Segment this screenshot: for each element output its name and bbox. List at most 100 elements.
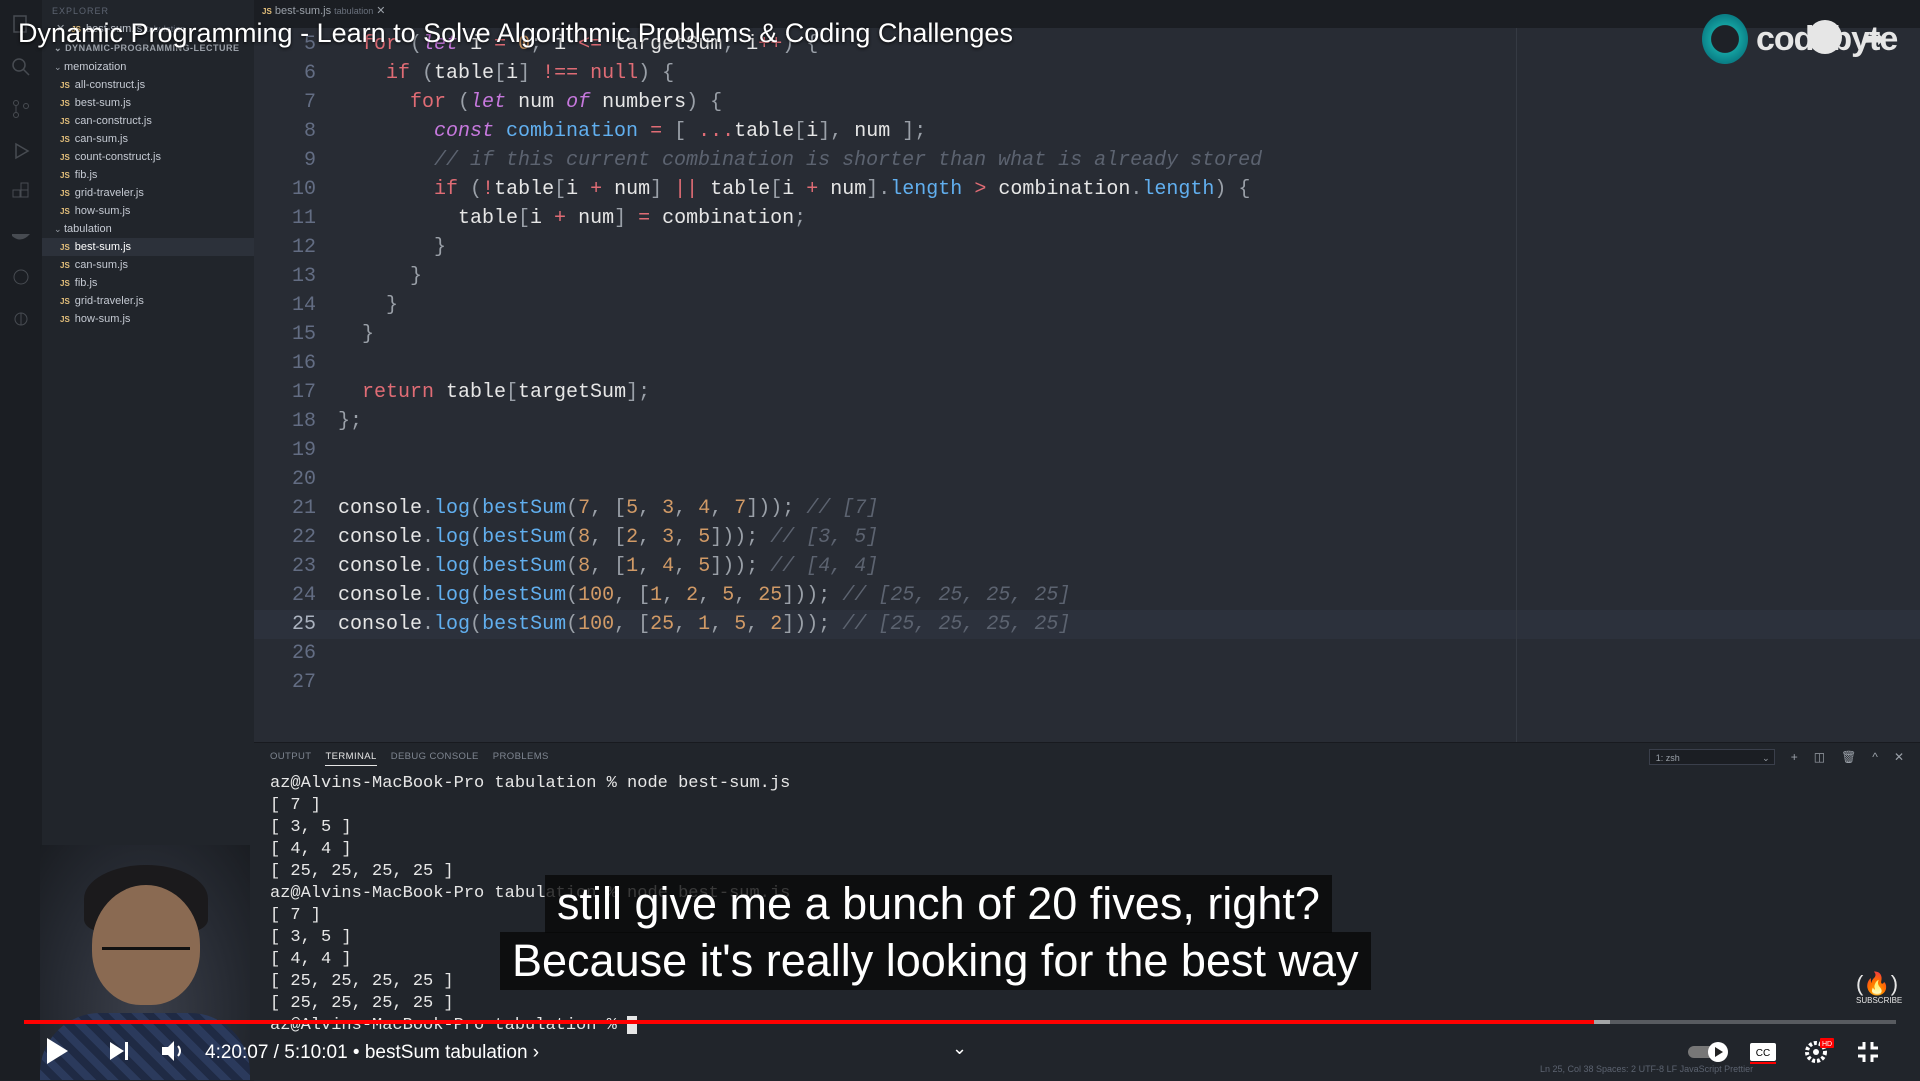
sidebar-file[interactable]: JS how-sum.js [42, 202, 254, 220]
code-line: 12} [254, 233, 1920, 262]
code-line: 20 [254, 465, 1920, 494]
sidebar-file[interactable]: JS can-sum.js [42, 130, 254, 148]
close-icon[interactable]: ✕ [376, 5, 385, 17]
progress-played [24, 1020, 1594, 1024]
play-button[interactable] [44, 1036, 70, 1071]
watch-later-icon[interactable] [1808, 20, 1842, 54]
code-line: 26 [254, 639, 1920, 668]
line-number: 14 [291, 294, 316, 317]
file-label: can-sum.js [74, 259, 128, 271]
docker-icon[interactable] [10, 224, 32, 246]
volume-icon[interactable] [160, 1039, 186, 1068]
video-title[interactable]: Dynamic Programming - Learn to Solve Alg… [18, 18, 1013, 49]
hd-badge: HD [1822, 1041, 1832, 1048]
tab-output[interactable]: OUTPUT [270, 751, 311, 765]
sidebar-file[interactable]: JS fib.js [42, 166, 254, 184]
line-number: 25 [291, 613, 316, 636]
js-file-icon: JS [60, 279, 70, 288]
js-file-icon: JS [60, 117, 70, 126]
subscribe-watermark[interactable]: (🔥) SUBSCRIBE [1856, 972, 1902, 1006]
sidebar-file[interactable]: JS grid-traveler.js [42, 184, 254, 202]
sidebar-file[interactable]: JS best-sum.js [42, 94, 254, 112]
chevron-up-icon[interactable]: ^ [1872, 750, 1878, 764]
sidebar-file[interactable]: JS best-sum.js [42, 238, 254, 256]
chevron-down-icon: ⌄ [1762, 753, 1770, 763]
code-line: 22 console.log(bestSum(8, [2, 3, 5])); //… [254, 523, 1920, 552]
sidebar-file[interactable]: JS grid-traveler.js [42, 292, 254, 310]
sidebar-file[interactable]: JS all-construct.js [42, 76, 254, 94]
trash-icon[interactable]: 🗑 [1841, 750, 1856, 764]
line-number: 10 [291, 178, 316, 201]
chevron-down-icon: ⌄ [54, 224, 62, 234]
time-display: 4:20:07 / 5:10:01 • bestSum tabulation › [205, 1042, 539, 1064]
folder-tabulation[interactable]: ⌄ tabulation [42, 220, 254, 238]
svg-text:CC: CC [1756, 1048, 1770, 1059]
code-line: 11 table[i + num] = combination; [254, 204, 1920, 233]
tab-terminal[interactable]: TERMINAL [325, 751, 377, 766]
tab-best-sum[interactable]: JS best-sum.js tabulation ✕ [262, 4, 386, 17]
file-label: best-sum.js [74, 97, 132, 109]
line-number: 16 [291, 352, 316, 375]
code-line: 6 if (table[i] !== null) { [254, 59, 1920, 88]
code-line: 19 [254, 436, 1920, 465]
run-debug-icon[interactable] [10, 140, 32, 162]
line-number: 8 [303, 120, 316, 143]
code-line: 27 [254, 668, 1920, 697]
presenter-face [92, 885, 200, 1005]
line-number: 11 [291, 207, 316, 230]
exit-fullscreen-icon[interactable] [1856, 1040, 1880, 1069]
js-file-icon: JS [60, 315, 70, 324]
caption-line: still give me a bunch of 20 fives, right… [545, 875, 1332, 933]
file-label: count-construct.js [74, 151, 161, 163]
status-bar: Ln 25, Col 38 Spaces: 2 UTF-8 LF JavaScr… [1540, 1064, 1754, 1074]
settings-gear-icon[interactable]: HD [1804, 1038, 1834, 1069]
live-share-icon[interactable] [10, 308, 32, 330]
js-file-icon: JS [60, 99, 70, 108]
share-icon[interactable]: ➦ [1862, 22, 1885, 55]
sidebar-file[interactable]: JS count-construct.js [42, 148, 254, 166]
sidebar-file[interactable]: JS how-sum.js [42, 310, 254, 328]
line-number: 13 [291, 265, 316, 288]
sidebar-file[interactable]: JS can-sum.js [42, 256, 254, 274]
progress-bar[interactable] [24, 1020, 1896, 1024]
folder-memoization[interactable]: ⌄ memoization [42, 58, 254, 76]
code-editor[interactable]: 5 for (let i = 0; i <= targetSum; i++) { … [254, 28, 1920, 742]
file-label: fib.js [74, 277, 98, 289]
code-line: 10 if (!table[i + num] || table[i + num].… [254, 175, 1920, 204]
remote-icon[interactable] [10, 266, 32, 288]
extensions-icon[interactable] [10, 182, 32, 204]
line-number: 18 [291, 410, 316, 433]
split-terminal-icon[interactable]: ◫ [1814, 750, 1825, 764]
add-terminal-icon[interactable]: + [1791, 750, 1798, 764]
code-line: 8 const combination = [ ...table[i], num … [254, 117, 1920, 146]
js-file-icon: JS [60, 81, 70, 90]
js-file-icon: JS [60, 261, 70, 270]
close-icon[interactable]: ✕ [1894, 750, 1904, 764]
line-number: 15 [291, 323, 316, 346]
shell-select[interactable]: 1: zsh ⌄ [1648, 749, 1775, 765]
js-file-icon: JS [60, 189, 70, 198]
code-line: 18}; [254, 407, 1920, 436]
search-icon[interactable] [10, 56, 32, 78]
tab-debug-console[interactable]: DEBUG CONSOLE [391, 751, 479, 765]
line-number: 21 [291, 497, 316, 520]
line-number: 20 [291, 468, 316, 491]
caption-line: Because it's really looking for the best… [500, 932, 1371, 990]
tab-problems[interactable]: PROBLEMS [493, 751, 549, 765]
sidebar-file[interactable]: JS fib.js [42, 274, 254, 292]
file-label: grid-traveler.js [74, 187, 144, 199]
file-label: how-sum.js [74, 205, 131, 217]
chapter-title[interactable]: • bestSum tabulation › [348, 1042, 539, 1063]
next-button[interactable] [108, 1040, 130, 1067]
js-file-icon: JS [262, 7, 272, 16]
file-label: grid-traveler.js [74, 295, 144, 307]
sidebar-file[interactable]: JS can-construct.js [42, 112, 254, 130]
time-current: 4:20:07 [205, 1042, 269, 1063]
chevron-down-icon[interactable]: ⌄ [952, 1038, 967, 1059]
line-number: 19 [291, 439, 316, 462]
file-label: can-sum.js [74, 133, 128, 145]
explorer-header: EXPLORER [52, 6, 110, 16]
code-line: 16 [254, 349, 1920, 378]
source-control-icon[interactable] [10, 98, 32, 120]
code-line: 7 for (let num of numbers) { [254, 88, 1920, 117]
